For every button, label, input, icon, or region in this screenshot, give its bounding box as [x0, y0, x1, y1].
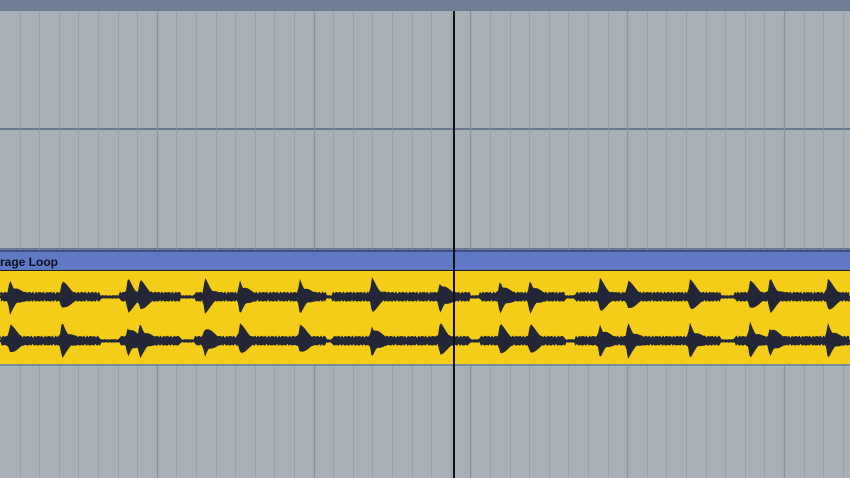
track-lane-2[interactable] [0, 130, 850, 248]
audio-waveform [0, 277, 850, 359]
clip-waveform-area[interactable] [0, 270, 850, 366]
arrangement-top-bar [0, 0, 850, 11]
playhead-cursor[interactable] [453, 11, 455, 478]
audio-clip[interactable]: rage Loop [0, 250, 850, 368]
track-lane-3[interactable] [0, 368, 850, 478]
arrangement-view[interactable]: rage Loop [0, 0, 850, 478]
track-lane-1[interactable] [0, 11, 850, 128]
clip-title-bar[interactable]: rage Loop [0, 250, 850, 270]
clip-name: rage Loop [0, 255, 59, 269]
